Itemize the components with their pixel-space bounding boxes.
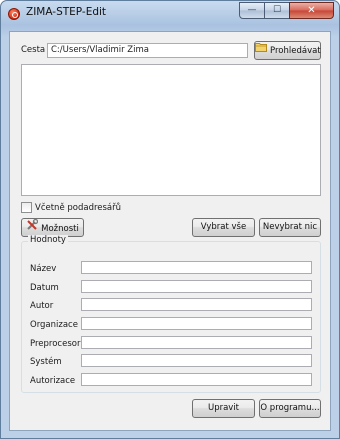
preprocessor-input[interactable] — [81, 336, 312, 349]
path-input[interactable]: C:/Users/Vladimir Zima — [47, 43, 248, 58]
field-label-system: Systém — [30, 357, 62, 367]
field-label-name: Název — [30, 264, 57, 274]
minimize-button[interactable]: — — [239, 2, 265, 19]
author-input[interactable] — [81, 298, 312, 311]
folder-icon — [255, 42, 267, 59]
field-label-date: Datum — [30, 283, 59, 293]
maximize-button[interactable]: ☐ — [264, 2, 290, 19]
include-subfolders-checkbox[interactable] — [21, 202, 32, 213]
field-label-authorization: Autorizace — [30, 376, 76, 386]
include-subfolders-label[interactable]: Včetně podadresářů — [35, 203, 121, 213]
window-title: ZIMA-STEP-Edit — [26, 6, 107, 18]
field-label-organization: Organizace — [30, 320, 78, 330]
about-button[interactable]: O programu... — [259, 399, 321, 418]
system-input[interactable] — [81, 354, 312, 367]
app-window: ZIMA-STEP-Edit — ☐ ✕ Cesta C:/Users/Vlad… — [0, 0, 340, 439]
organization-input[interactable] — [81, 317, 312, 330]
authorization-input[interactable] — [81, 373, 312, 386]
name-input[interactable] — [81, 261, 312, 274]
client-area: Cesta C:/Users/Vladimir Zima Prohledávat… — [9, 31, 331, 431]
file-list[interactable] — [21, 64, 321, 196]
options-label: Možnosti — [41, 224, 79, 234]
browse-label: Prohledávat — [270, 46, 321, 56]
close-button[interactable]: ✕ — [289, 2, 334, 19]
field-label-author: Autor — [30, 301, 54, 311]
deselect-all-button[interactable]: Nevybrat nic — [259, 218, 321, 237]
select-all-button[interactable]: Vybrat vše — [192, 218, 255, 237]
edit-button[interactable]: Upravit — [192, 399, 255, 418]
path-label: Cesta — [21, 45, 46, 55]
field-label-preprocessor: Preprocesor — [30, 339, 81, 349]
title-bar[interactable]: ZIMA-STEP-Edit — ☐ ✕ — [1, 1, 339, 29]
browse-button[interactable]: Prohledávat — [254, 41, 321, 60]
date-input[interactable] — [81, 280, 312, 293]
app-icon — [8, 8, 20, 20]
values-group-title: Hodnoty — [28, 235, 68, 245]
